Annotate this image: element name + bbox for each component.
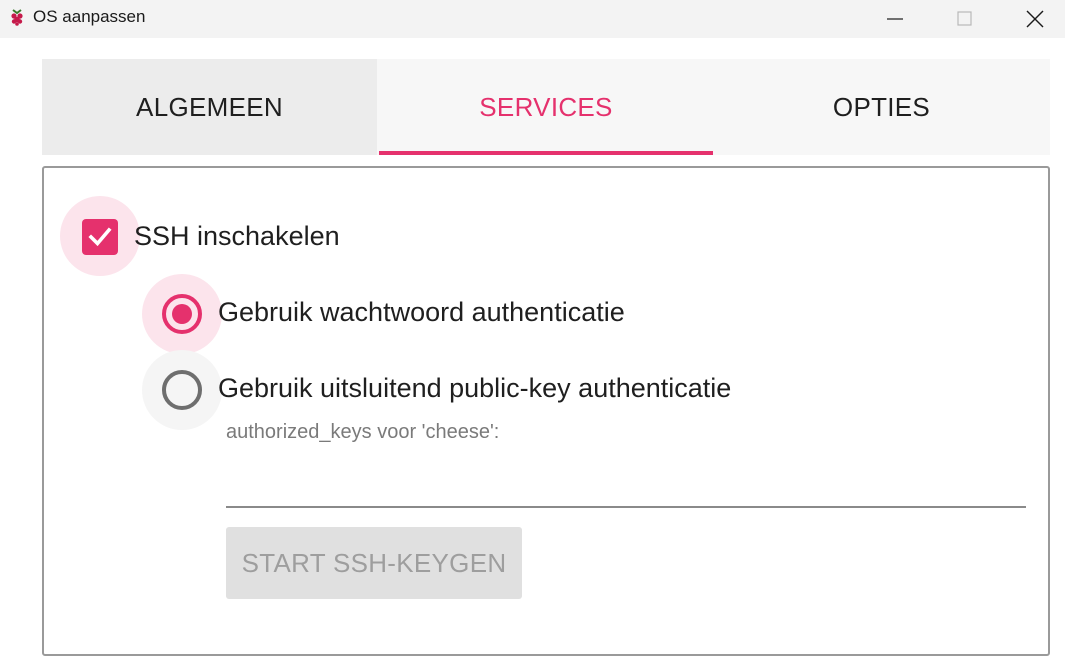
close-icon: [1026, 10, 1044, 28]
ssh-enable-label[interactable]: SSH inschakelen: [134, 221, 340, 252]
maximize-icon: [957, 11, 972, 26]
ssh-enable-checkbox[interactable]: [82, 219, 118, 255]
authorized-keys-label: authorized_keys voor 'cheese':: [226, 421, 500, 443]
password-auth-label[interactable]: Gebruik wachtwoord authenticatie: [218, 297, 625, 328]
active-tab-indicator: [379, 151, 713, 155]
close-button[interactable]: [1000, 0, 1065, 38]
raspberry-pi-icon: [11, 9, 23, 26]
tab-services[interactable]: SERVICES: [379, 59, 713, 155]
tab-opties[interactable]: OPTIES: [713, 59, 1050, 155]
minimize-icon: [887, 18, 903, 20]
title-bar: OS aanpassen: [0, 0, 1065, 38]
public-key-auth-radio[interactable]: [162, 370, 202, 410]
checkmark-icon: [88, 227, 112, 247]
minimize-button[interactable]: [860, 0, 930, 38]
maximize-button[interactable]: [930, 0, 1000, 38]
radio-selected-dot: [172, 304, 192, 324]
public-key-auth-label[interactable]: Gebruik uitsluitend public-key authentic…: [218, 373, 731, 404]
password-auth-radio[interactable]: [162, 294, 202, 334]
start-ssh-keygen-button[interactable]: START SSH-KEYGEN: [226, 527, 522, 599]
tab-bar: ALGEMEEN SERVICES OPTIES: [42, 59, 1050, 155]
window-title: OS aanpassen: [33, 7, 146, 26]
authorized-keys-input[interactable]: [226, 460, 1026, 508]
tab-algemeen[interactable]: ALGEMEEN: [42, 59, 377, 155]
